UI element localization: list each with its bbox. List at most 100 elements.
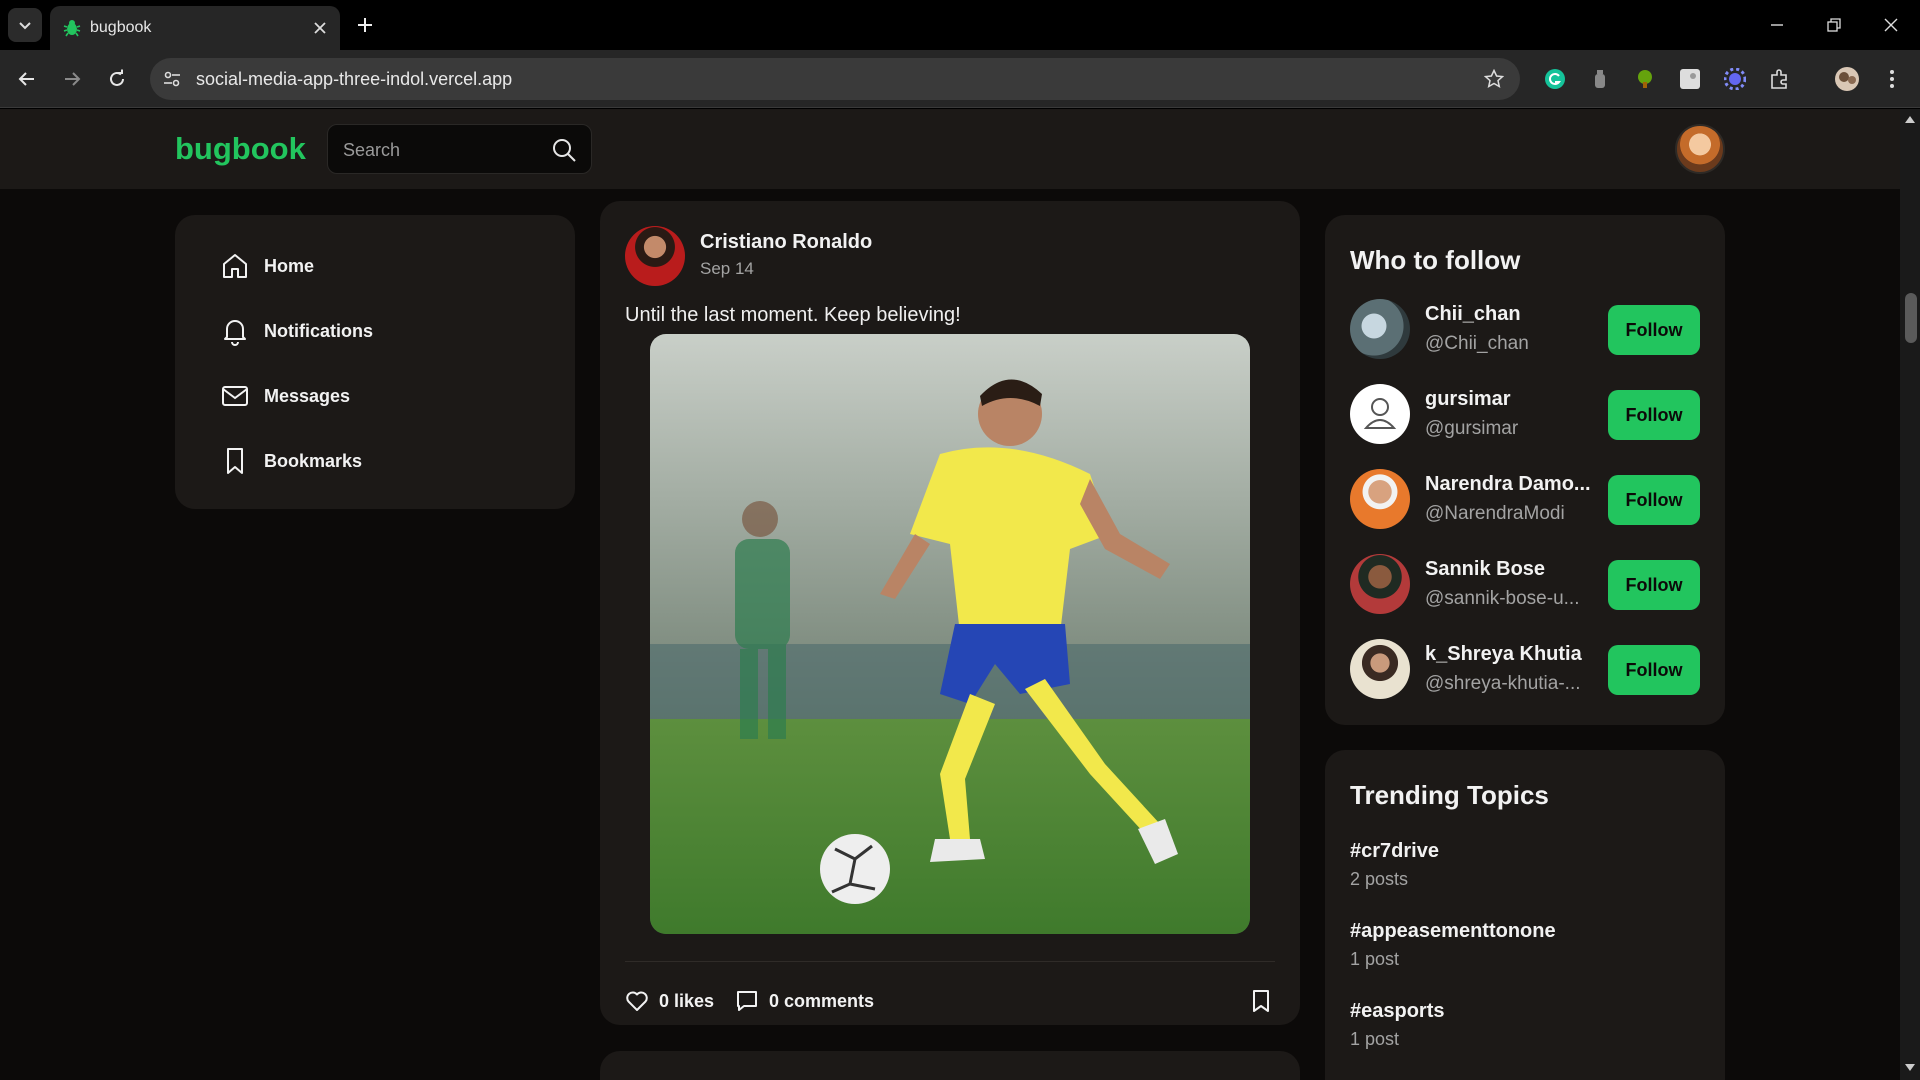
profile-button[interactable] xyxy=(1832,64,1862,94)
sidebar-item-notifications[interactable]: Notifications xyxy=(220,311,373,351)
follow-button[interactable]: Follow xyxy=(1608,560,1700,610)
avatar[interactable] xyxy=(1350,639,1410,699)
trending-topic[interactable]: #easports 1 post xyxy=(1350,1000,1445,1050)
sidebar-item-bookmarks[interactable]: Bookmarks xyxy=(220,441,362,481)
comment-icon xyxy=(737,991,757,1011)
trending-count: 1 post xyxy=(1350,949,1400,969)
follow-user-name[interactable]: Chii_chan xyxy=(1425,303,1521,326)
restore-button[interactable] xyxy=(1819,10,1849,40)
sidebar-item-label: Notifications xyxy=(264,320,374,341)
follow-user-name[interactable]: Narendra Damo... xyxy=(1425,473,1591,496)
bookmark-post-button[interactable] xyxy=(1250,989,1272,1013)
follow-suggestion: k_Shreya Khutia @shreya-khutia-... Follo… xyxy=(1350,639,1700,701)
home-icon xyxy=(223,254,247,278)
minimize-icon xyxy=(1771,24,1783,26)
trending-topic[interactable]: #appeasementtonone 1 post xyxy=(1350,920,1556,970)
avatar[interactable] xyxy=(1350,554,1410,614)
restore-icon xyxy=(1827,18,1841,32)
trending-topic[interactable]: #cr7drive 2 posts xyxy=(1350,840,1439,890)
follow-button[interactable]: Follow xyxy=(1608,475,1700,525)
post-author[interactable]: Cristiano Ronaldo xyxy=(700,231,872,254)
follow-user-name[interactable]: k_Shreya Khutia xyxy=(1425,643,1582,666)
forward-button[interactable] xyxy=(57,64,87,94)
close-window-button[interactable] xyxy=(1876,10,1906,40)
address-bar[interactable]: social-media-app-three-indol.vercel.app xyxy=(150,58,1520,100)
sidebar-item-label: Home xyxy=(264,255,315,276)
chevron-down-icon xyxy=(19,22,31,30)
bookmark-icon xyxy=(1253,990,1269,1012)
image-icon xyxy=(1680,69,1700,89)
reload-button[interactable] xyxy=(102,64,132,94)
minimize-button[interactable] xyxy=(1762,10,1792,40)
post-date[interactable]: Sep 14 xyxy=(700,259,754,279)
bookmark-icon xyxy=(227,448,243,474)
avatar xyxy=(1835,67,1859,91)
sidebar-item-label: Bookmarks xyxy=(264,450,363,471)
gear-icon xyxy=(1724,68,1746,90)
back-button[interactable] xyxy=(12,64,42,94)
scroll-up-icon[interactable] xyxy=(1905,115,1915,123)
follow-user-handle: @NarendraModi xyxy=(1425,503,1565,524)
browser-menu-button[interactable] xyxy=(1877,64,1907,94)
grammarly-extension[interactable] xyxy=(1540,64,1570,94)
search-icon[interactable] xyxy=(551,137,577,163)
logo[interactable]: bugbook xyxy=(175,131,306,167)
follow-suggestion: gursimar @gursimar Follow xyxy=(1350,384,1700,446)
mail-icon xyxy=(222,386,248,406)
extension-button[interactable] xyxy=(1630,64,1660,94)
post-photo xyxy=(650,334,1250,934)
grammarly-icon xyxy=(1545,69,1565,89)
page-body: Home Notifications Messages Bookmarks Cr… xyxy=(0,189,1900,1080)
tab-close-button[interactable] xyxy=(310,18,330,38)
puzzle-icon xyxy=(1771,69,1787,89)
search-input[interactable]: Search xyxy=(327,124,592,174)
bookmark-star-button[interactable] xyxy=(1482,67,1506,91)
like-button[interactable]: 0 likes xyxy=(625,989,714,1013)
avatar[interactable] xyxy=(1350,469,1410,529)
bell-icon xyxy=(224,320,246,346)
follow-button[interactable]: Follow xyxy=(1608,390,1700,440)
avatar[interactable] xyxy=(1350,384,1410,444)
comments-button[interactable]: 0 comments xyxy=(735,989,874,1013)
scroll-down-icon[interactable] xyxy=(1905,1064,1915,1072)
tab-list-button[interactable] xyxy=(8,8,42,42)
user-icon xyxy=(1363,398,1397,429)
avatar[interactable] xyxy=(1350,299,1410,359)
post-card: Cristiano Ronaldo Sep 14 Until the last … xyxy=(600,201,1300,1025)
trending-topics-card: Trending Topics #cr7drive 2 posts #appea… xyxy=(1325,750,1725,1080)
extension-button[interactable] xyxy=(1585,64,1615,94)
page-scrollbar[interactable] xyxy=(1900,109,1920,1080)
follow-user-handle: @gursimar xyxy=(1425,418,1519,439)
sidebar-item-home[interactable]: Home xyxy=(220,246,314,286)
user-avatar-button[interactable] xyxy=(1675,124,1725,174)
sidebar-menu: Home Notifications Messages Bookmarks xyxy=(175,215,575,509)
divider xyxy=(625,961,1275,962)
trending-count: 1 post xyxy=(1350,1029,1400,1049)
follow-button[interactable]: Follow xyxy=(1608,645,1700,695)
post-image[interactable] xyxy=(650,334,1250,934)
close-icon xyxy=(314,22,326,34)
extension-button[interactable] xyxy=(1675,64,1705,94)
follow-user-handle: @Chii_chan xyxy=(1425,333,1529,354)
follow-button[interactable]: Follow xyxy=(1608,305,1700,355)
new-tab-button[interactable] xyxy=(352,12,378,38)
site-info-button[interactable] xyxy=(160,67,184,91)
tab-title: bugbook xyxy=(90,19,152,36)
search-placeholder: Search xyxy=(343,140,401,160)
extension-button[interactable] xyxy=(1720,64,1750,94)
sidebar-item-messages[interactable]: Messages xyxy=(220,376,350,416)
follow-user-name[interactable]: Sannik Bose xyxy=(1425,558,1545,581)
follow-user-name[interactable]: gursimar xyxy=(1425,388,1511,411)
extensions-menu-button[interactable] xyxy=(1765,64,1795,94)
trending-topics-title: Trending Topics xyxy=(1350,780,1549,810)
browser-tab-bar: bugbook xyxy=(0,0,1920,50)
more-vertical-icon xyxy=(1890,70,1894,88)
scrollbar-thumb[interactable] xyxy=(1905,293,1917,343)
who-to-follow-card: Who to follow Chii_chan @Chii_chan Follo… xyxy=(1325,215,1725,725)
plus-icon xyxy=(358,18,372,32)
follow-suggestion: Narendra Damo... @NarendraModi Follow xyxy=(1350,469,1700,531)
avatar[interactable] xyxy=(625,226,685,286)
browser-tab[interactable]: bugbook xyxy=(50,6,340,50)
close-icon xyxy=(1884,18,1898,32)
reload-icon xyxy=(110,69,124,86)
